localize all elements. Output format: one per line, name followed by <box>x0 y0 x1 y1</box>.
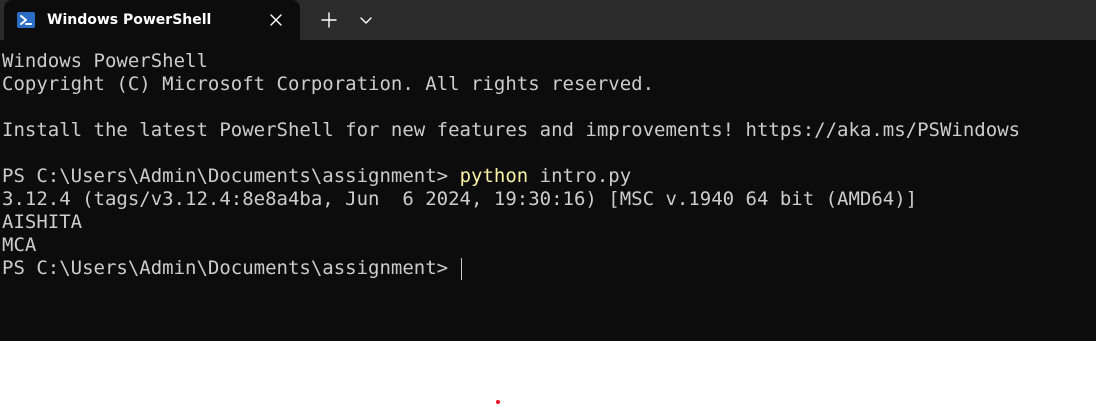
chevron-down-icon[interactable] <box>354 6 378 34</box>
prompt: PS C:\Users\Admin\Documents\assignment> <box>2 257 460 279</box>
output-line: 3.12.4 (tags/v3.12.4:8e8a4ba, Jun 6 2024… <box>2 188 918 210</box>
red-dot <box>496 400 500 404</box>
terminal-window: Windows PowerShell Windows PowerShell Co… <box>0 0 1096 341</box>
title-bar: Windows PowerShell <box>0 0 1096 40</box>
terminal-line: Install the latest PowerShell for new fe… <box>2 119 1021 141</box>
tab-title: Windows PowerShell <box>47 12 212 28</box>
command-line: PS C:\Users\Admin\Documents\assignment> … <box>2 165 1020 188</box>
command-name: python <box>459 165 529 187</box>
command-args: intro.py <box>528 165 632 187</box>
text-cursor <box>460 257 462 280</box>
powershell-icon <box>16 10 36 30</box>
tab-windows-powershell[interactable]: Windows PowerShell <box>4 0 300 40</box>
prompt: PS C:\Users\Admin\Documents\assignment> <box>2 165 460 187</box>
terminal-line: Copyright (C) Microsoft Corporation. All… <box>2 73 655 95</box>
current-prompt-line[interactable]: PS C:\Users\Admin\Documents\assignment> <box>2 257 1020 280</box>
terminal-line: Windows PowerShell <box>2 50 208 72</box>
plus-icon[interactable] <box>315 6 343 34</box>
terminal-output[interactable]: Windows PowerShell Copyright (C) Microso… <box>2 50 1020 280</box>
close-icon[interactable] <box>264 8 288 32</box>
output-line: AISHITA <box>2 211 83 233</box>
output-line: MCA <box>2 234 37 256</box>
